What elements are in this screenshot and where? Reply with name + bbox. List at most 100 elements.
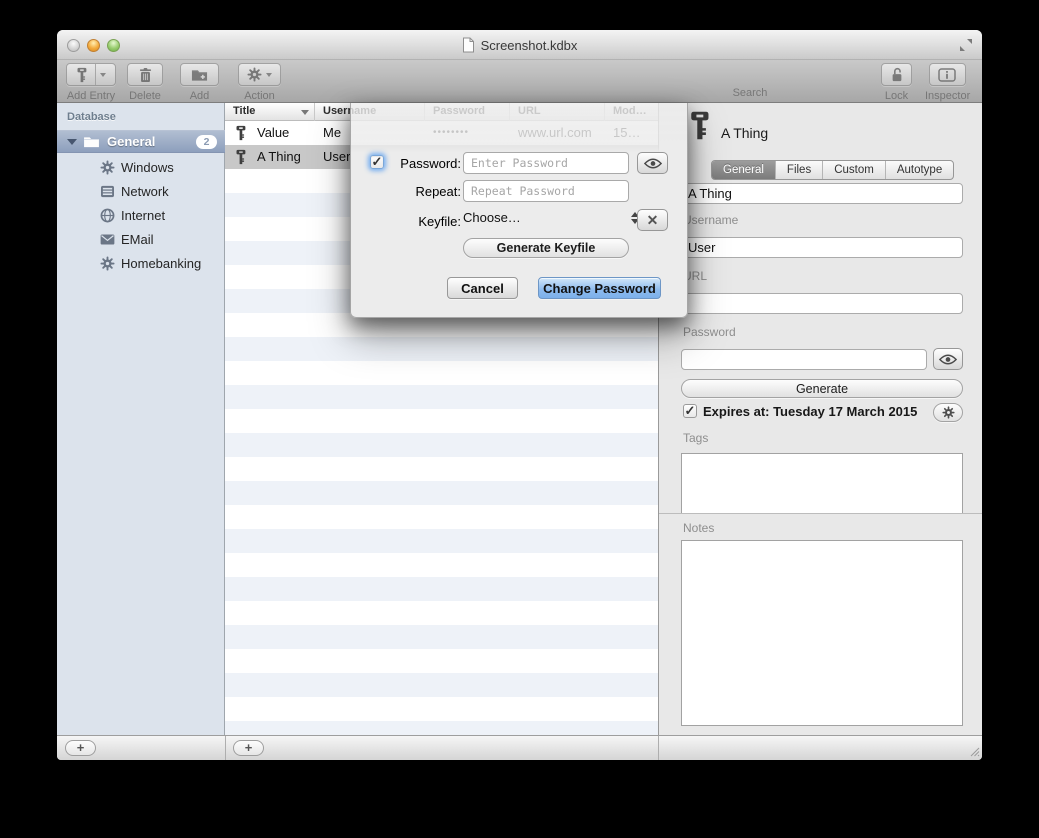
sidebar-section-header: Database xyxy=(67,111,116,123)
add-entry-label: Add Entry xyxy=(66,90,116,102)
sidebar-group-label: General xyxy=(107,134,155,149)
tab-custom[interactable]: Custom xyxy=(822,161,885,179)
gear-icon xyxy=(942,406,955,419)
toolbar: Add Entry Delete Add Group Action xyxy=(57,60,982,103)
fullscreen-icon[interactable] xyxy=(959,38,973,52)
tab-general[interactable]: General xyxy=(712,161,775,179)
notes-input[interactable] xyxy=(681,540,963,726)
action-button[interactable] xyxy=(238,63,281,86)
cell-title: A Thing xyxy=(257,145,313,169)
title-bar: Screenshot.kdbx xyxy=(57,30,982,60)
lock-label: Lock xyxy=(881,90,912,102)
server-icon xyxy=(99,183,115,199)
sidebar-item-label: Windows xyxy=(121,160,174,175)
sidebar-item-label: Internet xyxy=(121,208,165,223)
sidebar-item-windows[interactable]: Windows xyxy=(57,155,225,179)
action-label: Action xyxy=(238,90,281,102)
tab-autotype[interactable]: Autotype xyxy=(885,161,953,179)
inspector-tabs: General Files Custom Autotype xyxy=(711,160,954,180)
disclosure-triangle-icon[interactable] xyxy=(67,139,77,145)
url-field[interactable] xyxy=(681,293,963,314)
keyfile-label: Keyfile: xyxy=(387,214,461,229)
bottom-bar: + + xyxy=(57,735,982,760)
add-entry-plus-button[interactable]: + xyxy=(233,740,264,756)
search-label: Search xyxy=(630,87,870,99)
checkmark: ✓ xyxy=(372,156,383,168)
gear-icon xyxy=(99,255,115,271)
gear-icon xyxy=(99,159,115,175)
chevron-down-icon xyxy=(266,73,272,77)
sort-descending-icon xyxy=(301,110,309,115)
add-group-button[interactable] xyxy=(180,63,219,86)
key-icon xyxy=(235,149,246,165)
section-divider xyxy=(659,513,982,514)
chevron-down-icon xyxy=(100,73,106,77)
username-field[interactable] xyxy=(681,237,963,258)
sidebar-group-general[interactable]: General 2 xyxy=(57,130,225,153)
tab-files[interactable]: Files xyxy=(775,161,822,179)
window-title: Screenshot.kdbx xyxy=(481,38,578,53)
sidebar: Database General 2 Windows Network Inter… xyxy=(57,103,225,735)
cell-title: Value xyxy=(257,121,313,145)
password-field[interactable] xyxy=(681,349,927,370)
inspector-label: Inspector xyxy=(925,90,969,102)
cancel-button[interactable]: Cancel xyxy=(447,277,518,299)
sidebar-item-label: EMail xyxy=(121,232,154,247)
entry-count-badge: 2 xyxy=(196,135,217,149)
eye-icon xyxy=(939,354,957,365)
key-icon xyxy=(688,110,710,141)
key-icon xyxy=(76,67,87,83)
sidebar-item-network[interactable]: Network xyxy=(57,179,225,203)
repeat-password-input[interactable] xyxy=(463,180,629,202)
eye-icon xyxy=(644,158,662,169)
password-label: Password xyxy=(683,325,736,339)
password-input[interactable] xyxy=(463,152,629,174)
notes-label: Notes xyxy=(683,521,714,535)
title-field[interactable] xyxy=(681,183,963,204)
clear-keyfile-button[interactable]: ✕ xyxy=(637,209,668,231)
lock-button[interactable] xyxy=(881,63,912,86)
password-label: Password: xyxy=(387,156,461,171)
checkmark: ✓ xyxy=(685,405,696,417)
username-label: Username xyxy=(683,213,738,227)
add-group-plus-button[interactable]: + xyxy=(65,740,96,756)
sidebar-item-homebanking[interactable]: Homebanking xyxy=(57,251,225,275)
generate-keyfile-button[interactable]: Generate Keyfile xyxy=(463,238,629,258)
change-password-button[interactable]: Change Password xyxy=(538,277,661,299)
envelope-icon xyxy=(99,231,115,247)
delete-label: Delete xyxy=(127,90,163,102)
inspector-panel: A Thing General Files Custom Autotype Us… xyxy=(658,103,982,735)
password-enable-checkbox[interactable]: ✓ xyxy=(370,155,384,169)
keyfile-popup[interactable]: Choose… xyxy=(463,210,639,230)
expires-checkbox[interactable]: ✓ xyxy=(683,404,697,418)
expiry-options-button[interactable] xyxy=(933,403,963,422)
tags-label: Tags xyxy=(683,431,708,445)
tags-input[interactable] xyxy=(681,453,963,513)
reveal-password-button[interactable] xyxy=(637,152,668,174)
change-password-dialog: ✓ Password: Repeat: Keyfile: Choose… ✕ G… xyxy=(350,103,688,318)
repeat-label: Repeat: xyxy=(387,184,461,199)
column-header-title[interactable]: Title xyxy=(225,103,315,121)
sidebar-item-label: Homebanking xyxy=(121,256,201,271)
key-icon xyxy=(235,125,246,141)
resize-grip[interactable] xyxy=(969,746,980,757)
lock-open-icon xyxy=(890,67,904,83)
delete-button[interactable] xyxy=(127,63,163,86)
folder-icon xyxy=(83,135,100,148)
reveal-password-button[interactable] xyxy=(933,348,963,370)
keyfile-popup-value: Choose… xyxy=(463,210,521,225)
inspector-button[interactable] xyxy=(929,63,966,86)
sidebar-item-email[interactable]: EMail xyxy=(57,227,225,251)
generate-password-button[interactable]: Generate xyxy=(681,379,963,398)
entry-title: A Thing xyxy=(721,125,768,141)
expires-label: Expires at: Tuesday 17 March 2015 xyxy=(703,404,917,419)
document-icon xyxy=(462,37,475,53)
add-entry-button[interactable] xyxy=(66,63,116,86)
folder-plus-icon xyxy=(191,68,208,82)
close-icon: ✕ xyxy=(647,212,659,229)
sidebar-item-label: Network xyxy=(121,184,169,199)
trash-icon xyxy=(139,67,152,83)
gear-icon xyxy=(247,67,262,82)
sidebar-item-internet[interactable]: Internet xyxy=(57,203,225,227)
info-icon xyxy=(938,68,956,82)
